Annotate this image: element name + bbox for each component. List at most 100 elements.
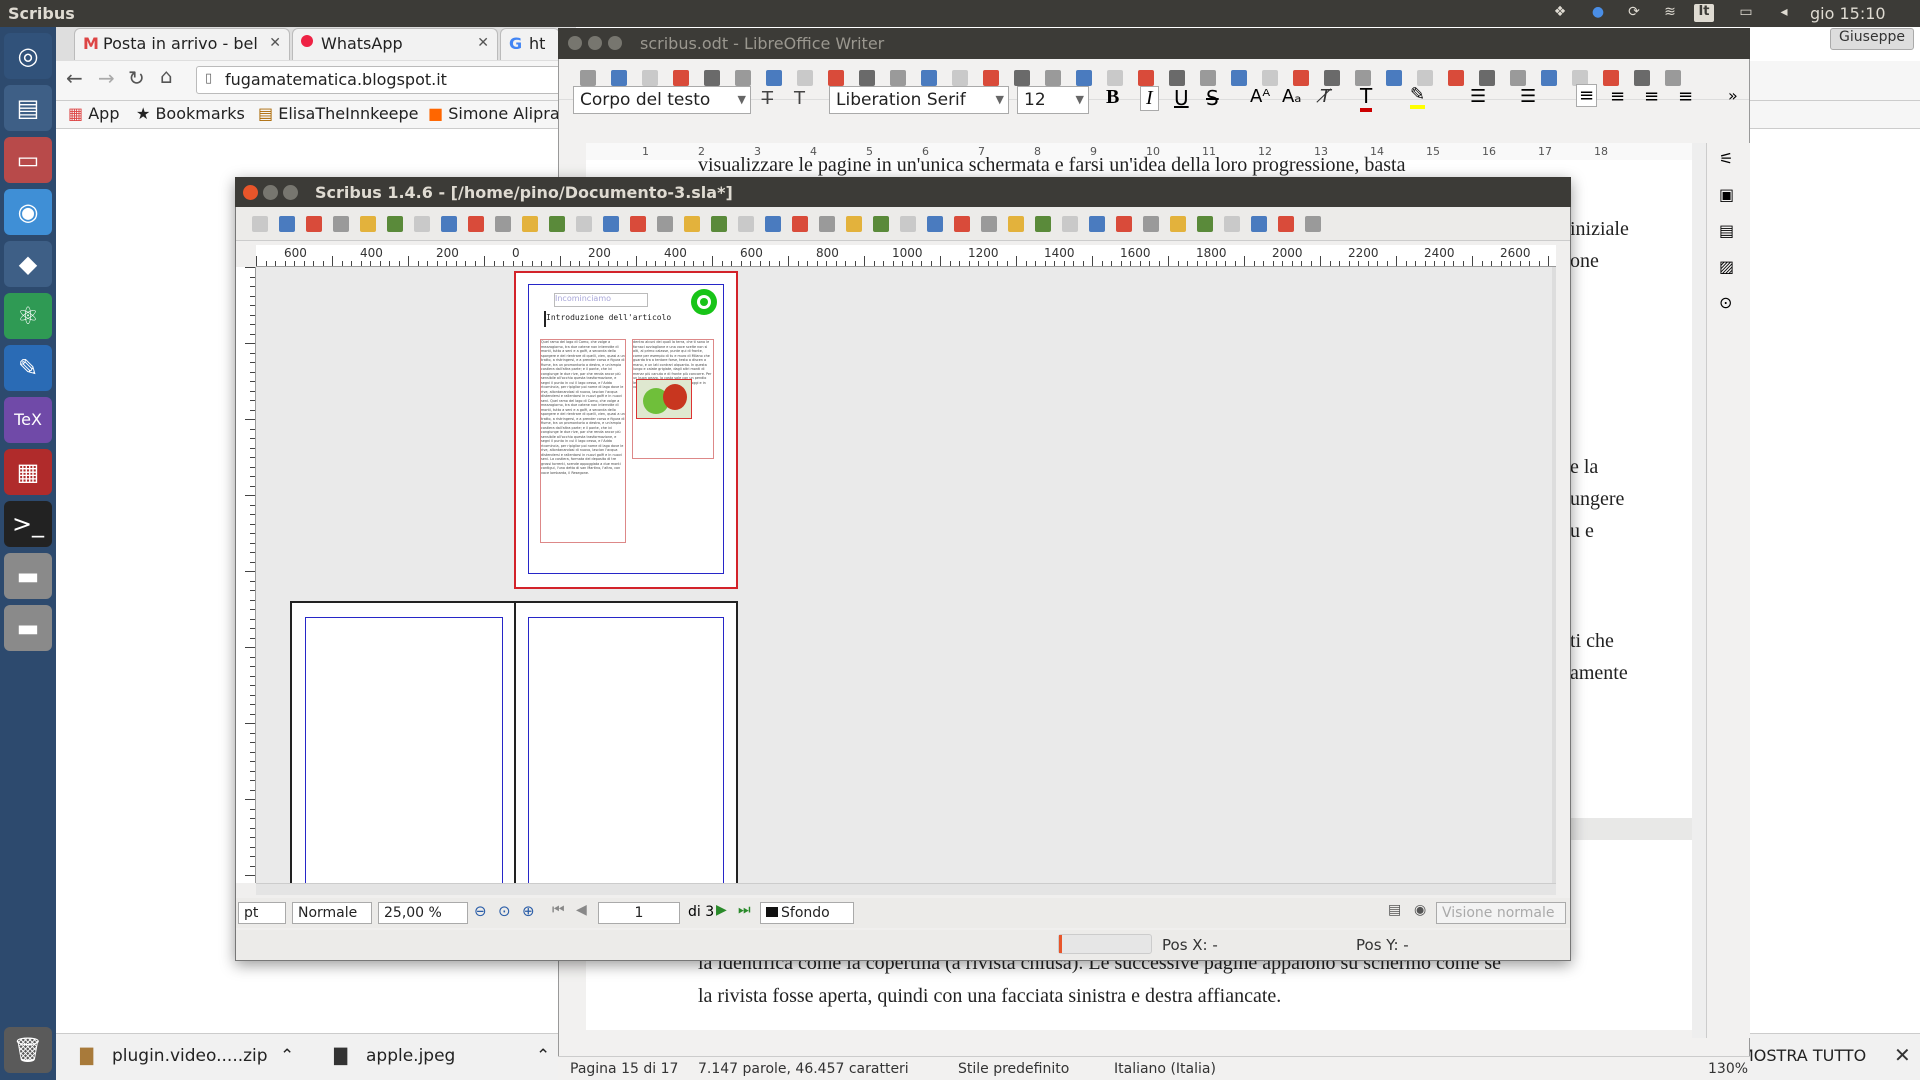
scribus-canvas[interactable]: Incominciamo Introduzione dell'articolo … xyxy=(256,267,1556,883)
bookmark-app[interactable]: ▦ App xyxy=(68,104,119,123)
toolbar-icon[interactable] xyxy=(1138,70,1154,86)
dash-icon[interactable]: ◎ xyxy=(4,33,52,79)
font-size-select[interactable]: 12 ▼ xyxy=(1017,86,1089,114)
justify-button[interactable]: ≡ xyxy=(1678,86,1693,107)
tab-gmail[interactable]: M Posta in arrivo - bel ✕ xyxy=(74,28,290,60)
page-1[interactable]: Incominciamo Introduzione dell'articolo … xyxy=(514,271,738,589)
subscript-button[interactable]: Aₐ xyxy=(1282,86,1301,107)
close-icon[interactable]: ✕ xyxy=(1894,1043,1911,1067)
minimize-icon[interactable] xyxy=(263,185,278,200)
more-icon[interactable]: » xyxy=(1728,86,1738,105)
update-style-icon[interactable]: T̶ xyxy=(762,88,773,109)
toolbar-icon[interactable] xyxy=(921,70,937,86)
toolbar-icon[interactable] xyxy=(1231,70,1247,86)
toolbar-icon[interactable] xyxy=(735,70,751,86)
home-icon[interactable]: ⌂ xyxy=(160,64,173,88)
toolbar-icon[interactable] xyxy=(873,216,889,232)
toolbar-icon[interactable] xyxy=(1116,216,1132,232)
download-item-zip[interactable]: plugin.video.....zip xyxy=(112,1046,268,1066)
show-all-downloads-button[interactable]: MOSTRA TUTTO xyxy=(1740,1046,1866,1065)
maximize-icon[interactable] xyxy=(283,185,298,200)
forward-icon[interactable]: → xyxy=(98,66,115,90)
page-2[interactable] xyxy=(290,601,516,883)
bold-button[interactable]: B xyxy=(1106,86,1119,109)
green-circle[interactable] xyxy=(691,289,717,315)
page-3[interactable] xyxy=(514,601,738,883)
toolbar-icon[interactable] xyxy=(1448,70,1464,86)
toolbar-icon[interactable] xyxy=(252,216,268,232)
align-left-button[interactable]: ≡ xyxy=(1576,84,1598,107)
files-icon[interactable]: ▤ xyxy=(4,85,52,131)
toolbar-icon[interactable] xyxy=(1045,70,1061,86)
status-words[interactable]: 7.147 parole, 46.457 caratteri xyxy=(698,1061,909,1077)
toolbar-icon[interactable] xyxy=(711,216,727,232)
toolbar-icon[interactable] xyxy=(890,70,906,86)
chevron-up-icon[interactable]: ⌃ xyxy=(536,1046,550,1066)
keyboard-layout-indicator[interactable]: It xyxy=(1694,4,1714,22)
styles-icon[interactable]: ▣ xyxy=(1719,185,1734,204)
toolbar-icon[interactable] xyxy=(611,70,627,86)
close-icon[interactable] xyxy=(568,36,582,50)
zoom-field[interactable]: 25,00 % xyxy=(378,902,468,924)
apple-image-frame[interactable] xyxy=(636,379,692,419)
toolbar-icon[interactable] xyxy=(1014,70,1030,86)
page-number-field[interactable]: 1 xyxy=(598,902,680,924)
trash-icon[interactable]: 🗑 xyxy=(4,1027,52,1073)
paragraph-style-select[interactable]: Corpo del testo ▼ xyxy=(573,86,751,114)
toolbar-icon[interactable] xyxy=(797,70,813,86)
toolbar-icon[interactable] xyxy=(1665,70,1681,86)
align-center-button[interactable]: ≡ xyxy=(1610,86,1625,107)
clear-formatting-button[interactable]: T̸ xyxy=(1320,86,1331,107)
toolbar-icon[interactable] xyxy=(927,216,943,232)
tab-google[interactable]: G ht xyxy=(500,28,560,60)
toolbar-icon[interactable] xyxy=(1035,216,1051,232)
highlight-button[interactable]: ✎ xyxy=(1410,84,1426,109)
status-language[interactable]: Italiano (Italia) xyxy=(1114,1061,1216,1077)
view-mode-select[interactable]: Visione normale xyxy=(1436,902,1566,924)
close-icon[interactable]: ✕ xyxy=(269,35,281,51)
toolbar-icon[interactable] xyxy=(1324,70,1340,86)
toolbar-icon[interactable] xyxy=(1278,216,1294,232)
toolbar-icon[interactable] xyxy=(1293,70,1309,86)
clock[interactable]: gio 15:10 xyxy=(1810,4,1886,23)
writer-scrollbar[interactable] xyxy=(1692,143,1706,1038)
toolbar-icon[interactable] xyxy=(1224,216,1240,232)
toolbar-icon[interactable] xyxy=(333,216,349,232)
tab-whatsapp[interactable]: WhatsApp ✕ xyxy=(292,28,498,60)
toolbar-icon[interactable] xyxy=(441,216,457,232)
close-icon[interactable]: ✕ xyxy=(477,35,489,51)
scribus-icon[interactable]: ✎ xyxy=(4,345,52,391)
chrome-tray-icon[interactable]: ● xyxy=(1588,4,1608,22)
mode-select[interactable]: Normale xyxy=(292,902,372,924)
drive-icon[interactable]: ▬ xyxy=(4,605,52,651)
next-page-icon[interactable]: ▶ xyxy=(716,902,727,918)
toolbar-icon[interactable] xyxy=(1386,70,1402,86)
toolbar-icon[interactable] xyxy=(1603,70,1619,86)
toolbar-icon[interactable] xyxy=(859,70,875,86)
toolbar-icon[interactable] xyxy=(1143,216,1159,232)
atom-icon[interactable]: ⚛ xyxy=(4,293,52,339)
underline-button[interactable]: U xyxy=(1174,86,1189,110)
toolbar-icon[interactable] xyxy=(630,216,646,232)
heading-frame[interactable]: Incominciamo xyxy=(554,293,648,307)
italic-button[interactable]: I xyxy=(1140,86,1159,111)
toolbar-icon[interactable] xyxy=(1170,216,1186,232)
toolbar-icon[interactable] xyxy=(1251,216,1267,232)
toolbar-icon[interactable] xyxy=(766,70,782,86)
zoom-100-icon[interactable]: ⊙ xyxy=(498,902,511,920)
toolbar-icon[interactable] xyxy=(1169,70,1185,86)
url-bar[interactable]: ▯ fugamatematica.blogspot.it xyxy=(196,66,566,94)
last-page-icon[interactable]: ⏭ xyxy=(738,902,751,918)
toolbar-icon[interactable] xyxy=(1008,216,1024,232)
toolbar-icon[interactable] xyxy=(983,70,999,86)
toolbar-icon[interactable] xyxy=(1634,70,1650,86)
wifi-icon[interactable]: ≋ xyxy=(1660,4,1680,22)
close-icon[interactable] xyxy=(243,185,258,200)
toolbar-icon[interactable] xyxy=(828,70,844,86)
image-icon[interactable]: ▨ xyxy=(1719,257,1734,276)
cube-icon[interactable]: ◆ xyxy=(4,241,52,287)
toolbar-icon[interactable] xyxy=(981,216,997,232)
toolbar-icon[interactable] xyxy=(1262,70,1278,86)
status-style[interactable]: Stile predefinito xyxy=(958,1061,1069,1077)
unit-select[interactable]: pt xyxy=(238,902,286,924)
